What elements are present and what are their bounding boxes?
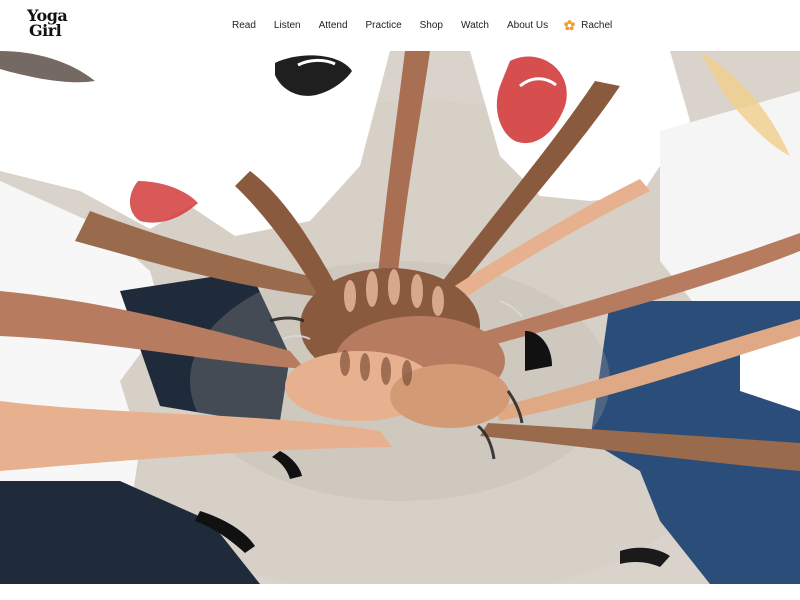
page: Yoga Girl Read Listen Attend Practice Sh… <box>0 0 800 600</box>
top-navigation-bar: Yoga Girl Read Listen Attend Practice Sh… <box>0 0 800 51</box>
user-name: Rachel <box>581 20 613 31</box>
user-menu[interactable]: Rachel <box>564 20 612 31</box>
flower-icon <box>564 20 575 31</box>
nav-practice[interactable]: Practice <box>366 20 402 31</box>
nav-shop[interactable]: Shop <box>420 20 443 31</box>
hero-image <box>0 51 800 584</box>
logo-line-2: Girl <box>29 21 62 40</box>
primary-nav: Read Listen Attend Practice Shop Watch A… <box>232 0 612 51</box>
nav-about-us[interactable]: About Us <box>507 20 548 31</box>
nav-watch[interactable]: Watch <box>461 20 489 31</box>
yoga-girl-logo[interactable]: Yoga Girl <box>27 8 69 42</box>
nav-read[interactable]: Read <box>232 20 256 31</box>
nav-listen[interactable]: Listen <box>274 20 301 31</box>
footer-spacer <box>0 584 800 600</box>
nav-attend[interactable]: Attend <box>319 20 348 31</box>
group-hands-stacked-photo <box>0 51 800 584</box>
